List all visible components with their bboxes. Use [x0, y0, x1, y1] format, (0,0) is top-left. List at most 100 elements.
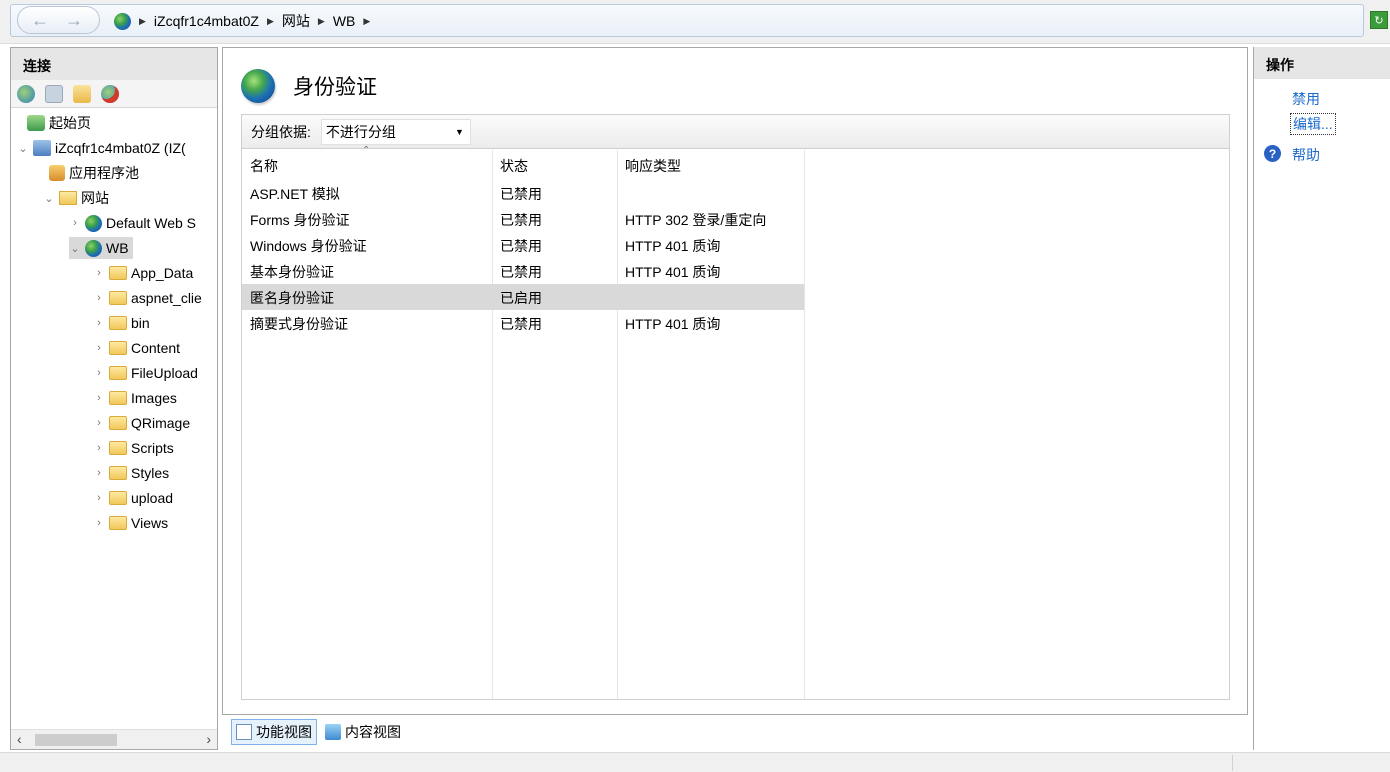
save-icon[interactable] [45, 84, 63, 103]
tree-label: Content [131, 340, 181, 356]
chevron-right-icon[interactable]: › [93, 342, 105, 354]
connect-icon[interactable] [17, 84, 35, 103]
column-header-status[interactable]: 状态 [492, 150, 617, 180]
actions-header: 操作 [1254, 47, 1390, 79]
table-row[interactable]: 基本身份验证 已禁用 HTTP 401 质询 [242, 258, 804, 284]
chevron-right-icon[interactable]: ▶ [267, 16, 274, 27]
tree-item-folder[interactable]: › Scripts [93, 437, 174, 459]
tree-label: QRimage [131, 415, 191, 431]
column-label: 状态 [500, 158, 528, 174]
scroll-right-icon[interactable]: › [206, 731, 211, 747]
tree-item-server[interactable]: ⌄ iZcqfr1c4mbat0Z (IZ( [17, 137, 186, 159]
refresh-icon[interactable]: ↻ [1370, 11, 1388, 29]
connections-header: 连接 [11, 48, 217, 80]
group-by-bar: 分组依据: 不进行分组 ▼ [242, 115, 1229, 149]
tree-item-folder[interactable]: › Content [93, 337, 180, 359]
globe-icon [114, 12, 131, 30]
chevron-right-icon[interactable]: › [93, 467, 105, 479]
site-globe-icon [85, 214, 102, 232]
chevron-right-icon[interactable]: ▶ [318, 16, 325, 27]
tree-item-folder[interactable]: › Styles [93, 462, 169, 484]
folder-icon [109, 291, 127, 305]
tree-label: App_Data [131, 265, 194, 281]
table-row[interactable]: Windows 身份验证 已禁用 HTTP 401 质询 [242, 232, 804, 258]
chevron-right-icon[interactable]: ▶ [139, 16, 146, 27]
page-title: 身份验证 [293, 76, 377, 99]
tree-item-folder[interactable]: › upload [93, 487, 173, 509]
cell-response: HTTP 401 质询 [625, 238, 721, 254]
chevron-right-icon[interactable]: › [93, 517, 105, 529]
chevron-right-icon[interactable]: › [93, 317, 105, 329]
column-headers: ⌃ 名称 状态 响应类型 [242, 145, 804, 180]
tree-label: WB [106, 240, 129, 256]
chevron-right-icon[interactable]: › [93, 417, 105, 429]
column-header-name[interactable]: ⌃ 名称 [242, 145, 492, 180]
tree-item-folder[interactable]: › bin [93, 312, 150, 334]
cell-status: 已禁用 [500, 316, 542, 332]
cell-response: HTTP 401 质询 [625, 264, 721, 280]
site-globe-icon [85, 239, 102, 257]
table-row-selected[interactable]: 匿名身份验证 已启用 [242, 284, 804, 310]
scrollbar-thumb[interactable] [35, 734, 117, 746]
table-row[interactable]: ASP.NET 模拟 已禁用 [242, 180, 804, 206]
tree-item-folder[interactable]: › Images [93, 387, 177, 409]
cell-status: 已禁用 [500, 212, 542, 228]
tree-label: 应用程序池 [69, 165, 139, 181]
breadcrumb-sites[interactable]: 网站 [282, 11, 310, 31]
sort-ascending-icon: ⌃ [362, 145, 371, 156]
cell-status: 已启用 [500, 290, 542, 306]
column-header-response[interactable]: 响应类型 [617, 150, 804, 180]
tab-features-view[interactable]: 功能视图 [231, 719, 317, 745]
edit-action[interactable]: 编辑... [1290, 113, 1336, 135]
tree-label: Views [131, 515, 169, 531]
chevron-right-icon[interactable]: › [93, 492, 105, 504]
chevron-right-icon[interactable]: › [93, 367, 105, 379]
tree-item-folder[interactable]: › Views [93, 512, 168, 534]
chevron-right-icon[interactable]: › [93, 392, 105, 404]
breadcrumb-wb[interactable]: WB [333, 13, 356, 29]
disable-action[interactable]: 禁用 [1292, 89, 1320, 109]
chevron-right-icon[interactable]: › [93, 442, 105, 454]
tree-item-app-pools[interactable]: 应用程序池 [49, 162, 139, 184]
tree-item-default-site[interactable]: › Default Web S [69, 212, 196, 234]
chevron-down-icon[interactable]: ⌄ [69, 242, 81, 255]
forward-arrow-icon[interactable]: → [60, 8, 88, 32]
column-label: 响应类型 [625, 158, 681, 174]
chevron-down-icon[interactable]: ⌄ [17, 142, 29, 155]
help-icon[interactable]: ? [1264, 145, 1281, 162]
chevron-right-icon[interactable]: › [69, 217, 81, 229]
column-label: 名称 [250, 158, 278, 174]
tree-item-folder[interactable]: › aspnet_clie [93, 287, 202, 309]
chevron-right-icon[interactable]: › [93, 267, 105, 279]
tree-item-sites[interactable]: ⌄ 网站 [43, 187, 109, 209]
table-row[interactable]: 摘要式身份验证 已禁用 HTTP 401 质询 [242, 310, 804, 336]
tree-item-start-page[interactable]: 起始页 [27, 112, 91, 134]
chevron-right-icon[interactable]: › [93, 292, 105, 304]
chevron-right-icon[interactable]: ▶ [363, 16, 370, 27]
dropdown-arrow-icon[interactable]: ▼ [455, 127, 464, 137]
tree-item-folder[interactable]: › QRimage [93, 412, 190, 434]
chevron-down-icon[interactable]: ⌄ [43, 192, 55, 205]
column-divider [804, 150, 805, 699]
actions-panel: 操作 禁用 编辑... ? 帮助 [1253, 47, 1390, 750]
horizontal-scrollbar[interactable]: ‹ › [11, 729, 217, 749]
folder-icon [109, 316, 127, 330]
tree-item-folder[interactable]: › App_Data [93, 262, 193, 284]
table-row[interactable]: Forms 身份验证 已禁用 HTTP 302 登录/重定向 [242, 206, 804, 232]
tree-item-folder[interactable]: › FileUpload [93, 362, 198, 384]
tree-label: iZcqfr1c4mbat0Z (IZ( [55, 140, 186, 156]
scroll-left-icon[interactable]: ‹ [17, 731, 22, 747]
breadcrumb: ▶ iZcqfr1c4mbat0Z ▶ 网站 ▶ WB ▶ [114, 11, 370, 31]
page-header: 身份验证 [241, 66, 377, 106]
group-by-select[interactable]: 不进行分组 ▼ [320, 118, 471, 145]
breadcrumb-server[interactable]: iZcqfr1c4mbat0Z [154, 13, 259, 29]
tab-content-view[interactable]: 内容视图 [321, 719, 405, 745]
up-folder-icon[interactable] [73, 84, 91, 103]
start-page-icon [27, 115, 45, 131]
folder-icon [109, 491, 127, 505]
address-bar: ← → ▶ iZcqfr1c4mbat0Z ▶ 网站 ▶ WB ▶ ↻ [0, 0, 1390, 44]
disconnect-icon[interactable] [101, 84, 119, 103]
back-arrow-icon[interactable]: ← [26, 8, 54, 32]
help-action[interactable]: 帮助 [1292, 145, 1320, 165]
tree-item-wb[interactable]: ⌄ WB [69, 237, 133, 259]
